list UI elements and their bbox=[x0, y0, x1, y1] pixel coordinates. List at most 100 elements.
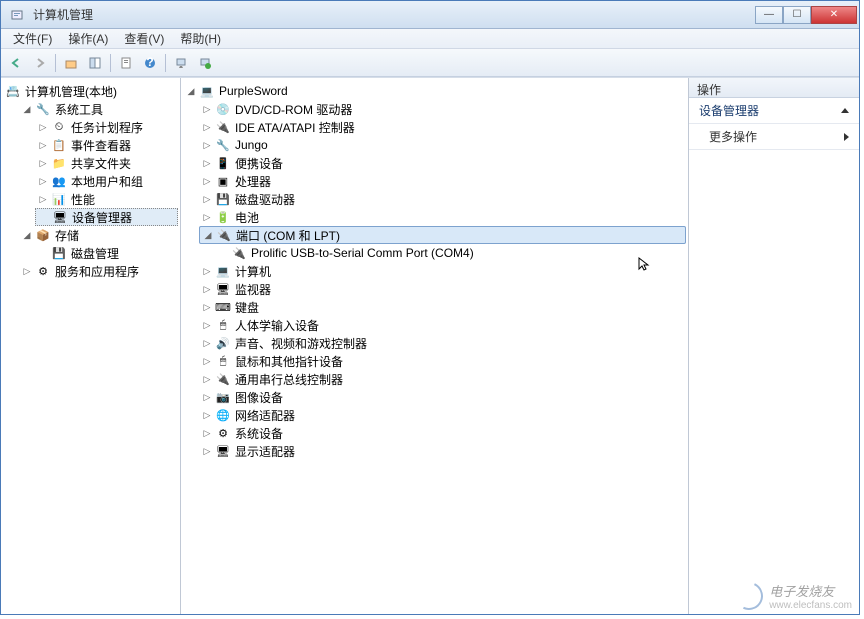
device-portable[interactable]: ▷📱便携设备 bbox=[199, 154, 686, 172]
device-battery[interactable]: ▷🔋电池 bbox=[199, 208, 686, 226]
clock-icon: ⏲ bbox=[51, 119, 67, 135]
port-icon: 🔌 bbox=[216, 227, 232, 243]
expand-icon[interactable]: ▷ bbox=[201, 157, 213, 169]
forward-button[interactable] bbox=[29, 52, 51, 74]
users-icon: 👥 bbox=[51, 173, 67, 189]
tree-system-tools[interactable]: ◢ 🔧 系统工具 bbox=[19, 100, 178, 118]
device-system[interactable]: ▷⚙系统设备 bbox=[199, 424, 686, 442]
diskdrive-icon: 💾 bbox=[215, 191, 231, 207]
expand-icon[interactable]: ▷ bbox=[201, 283, 213, 295]
device-imaging[interactable]: ▷📷图像设备 bbox=[199, 388, 686, 406]
device-hid[interactable]: ▷🖱人体学输入设备 bbox=[199, 316, 686, 334]
expand-icon[interactable]: ▷ bbox=[37, 121, 49, 133]
device-mouse[interactable]: ▷🖱鼠标和其他指针设备 bbox=[199, 352, 686, 370]
tree-device-manager[interactable]: 🖥 设备管理器 bbox=[35, 208, 178, 226]
storage-icon: 📦 bbox=[35, 227, 51, 243]
keyboard-icon: ⌨ bbox=[215, 299, 231, 315]
tree-event-viewer[interactable]: ▷ 📋 事件查看器 bbox=[35, 136, 178, 154]
console-tree[interactable]: 📇 计算机管理(本地) ◢ 🔧 系统工具 ▷ ⏲ 任务计划程序 ▷ bbox=[1, 78, 181, 614]
help-button[interactable]: ? bbox=[139, 52, 161, 74]
hid-icon: 🖱 bbox=[215, 317, 231, 333]
expand-icon[interactable]: ▷ bbox=[201, 301, 213, 313]
tree-storage[interactable]: ◢ 📦 存储 bbox=[19, 226, 178, 244]
separator bbox=[110, 54, 111, 72]
minimize-button[interactable]: — bbox=[755, 6, 783, 24]
imaging-icon: 📷 bbox=[215, 389, 231, 405]
actions-device-manager[interactable]: 设备管理器 bbox=[689, 98, 859, 124]
expand-icon[interactable]: ▷ bbox=[37, 139, 49, 151]
collapse-icon[interactable]: ◢ bbox=[202, 229, 214, 241]
event-icon: 📋 bbox=[51, 137, 67, 153]
device-sound[interactable]: ▷🔊声音、视频和游戏控制器 bbox=[199, 334, 686, 352]
computer-icon: 💻 bbox=[215, 263, 231, 279]
maximize-button[interactable]: ☐ bbox=[783, 6, 811, 24]
expand-icon[interactable]: ▷ bbox=[201, 265, 213, 277]
expand-icon[interactable]: ▷ bbox=[201, 373, 213, 385]
expand-icon[interactable]: ▷ bbox=[201, 193, 213, 205]
expand-icon[interactable]: ▷ bbox=[37, 193, 49, 205]
expand-icon[interactable]: ▷ bbox=[201, 103, 213, 115]
device-ide[interactable]: ▷🔌IDE ATA/ATAPI 控制器 bbox=[199, 118, 686, 136]
device-tree[interactable]: ◢ 💻 PurpleSword ▷💿DVD/CD-ROM 驱动器 ▷🔌IDE A… bbox=[181, 78, 689, 614]
expand-icon[interactable]: ▷ bbox=[201, 445, 213, 457]
expand-icon[interactable]: ▷ bbox=[201, 139, 213, 151]
expand-icon[interactable]: ▷ bbox=[21, 265, 33, 277]
sound-icon: 🔊 bbox=[215, 335, 231, 351]
device-monitors[interactable]: ▷🖥监视器 bbox=[199, 280, 686, 298]
separator bbox=[165, 54, 166, 72]
tree-local-users[interactable]: ▷ 👥 本地用户和组 bbox=[35, 172, 178, 190]
device-diskdrives[interactable]: ▷💾磁盘驱动器 bbox=[199, 190, 686, 208]
device-ports[interactable]: ◢🔌端口 (COM 和 LPT) bbox=[199, 226, 686, 244]
battery-icon: 🔋 bbox=[215, 209, 231, 225]
collapse-icon[interactable]: ◢ bbox=[185, 85, 197, 97]
tree-shared-folders[interactable]: ▷ 📁 共享文件夹 bbox=[35, 154, 178, 172]
device-root[interactable]: ◢ 💻 PurpleSword bbox=[183, 82, 686, 100]
device-network[interactable]: ▷🌐网络适配器 bbox=[199, 406, 686, 424]
expand-icon[interactable]: ▷ bbox=[201, 211, 213, 223]
device-keyboards[interactable]: ▷⌨键盘 bbox=[199, 298, 686, 316]
device-prolific[interactable]: 🔌Prolific USB-to-Serial Comm Port (COM4) bbox=[215, 244, 686, 262]
menu-view[interactable]: 查看(V) bbox=[116, 28, 172, 49]
expand-icon[interactable]: ▷ bbox=[201, 319, 213, 331]
expand-icon[interactable]: ▷ bbox=[201, 121, 213, 133]
menu-action[interactable]: 操作(A) bbox=[60, 28, 116, 49]
expand-icon[interactable]: ▷ bbox=[201, 337, 213, 349]
collapse-icon[interactable]: ◢ bbox=[21, 103, 33, 115]
device-usb[interactable]: ▷🔌通用串行总线控制器 bbox=[199, 370, 686, 388]
expand-icon[interactable]: ▷ bbox=[37, 157, 49, 169]
com-port-icon: 🔌 bbox=[231, 245, 247, 261]
content-area: 📇 计算机管理(本地) ◢ 🔧 系统工具 ▷ ⏲ 任务计划程序 ▷ bbox=[1, 77, 859, 614]
device-dvd[interactable]: ▷💿DVD/CD-ROM 驱动器 bbox=[199, 100, 686, 118]
back-button[interactable] bbox=[5, 52, 27, 74]
tree-disk-mgmt[interactable]: 💾 磁盘管理 bbox=[35, 244, 178, 262]
expand-icon[interactable]: ▷ bbox=[201, 355, 213, 367]
actions-more[interactable]: 更多操作 bbox=[689, 124, 859, 150]
refresh-button[interactable] bbox=[194, 52, 216, 74]
scan-button[interactable] bbox=[170, 52, 192, 74]
tree-task-scheduler[interactable]: ▷ ⏲ 任务计划程序 bbox=[35, 118, 178, 136]
close-button[interactable]: ✕ bbox=[811, 6, 857, 24]
system-icon: ⚙ bbox=[215, 425, 231, 441]
collapse-icon[interactable]: ◢ bbox=[21, 229, 33, 241]
tree-performance[interactable]: ▷ 📊 性能 bbox=[35, 190, 178, 208]
device-jungo[interactable]: ▷🔧Jungo bbox=[199, 136, 686, 154]
cursor-icon bbox=[637, 256, 653, 272]
tree-root[interactable]: 📇 计算机管理(本地) bbox=[3, 82, 178, 100]
main-window: 计算机管理 — ☐ ✕ 文件(F) 操作(A) 查看(V) 帮助(H) ? 📇 … bbox=[0, 0, 860, 615]
menu-help[interactable]: 帮助(H) bbox=[172, 28, 229, 49]
show-hide-button[interactable] bbox=[84, 52, 106, 74]
expand-icon[interactable]: ▷ bbox=[201, 427, 213, 439]
expand-icon[interactable]: ▷ bbox=[201, 391, 213, 403]
menu-file[interactable]: 文件(F) bbox=[5, 28, 60, 49]
expand-icon[interactable]: ▷ bbox=[201, 409, 213, 421]
titlebar[interactable]: 计算机管理 — ☐ ✕ bbox=[1, 1, 859, 29]
device-display[interactable]: ▷🖥显示适配器 bbox=[199, 442, 686, 460]
tree-services[interactable]: ▷ ⚙ 服务和应用程序 bbox=[19, 262, 178, 280]
device-cpu[interactable]: ▷▣处理器 bbox=[199, 172, 686, 190]
device-computers[interactable]: ▷💻计算机 bbox=[199, 262, 686, 280]
perf-icon: 📊 bbox=[51, 191, 67, 207]
expand-icon[interactable]: ▷ bbox=[201, 175, 213, 187]
up-button[interactable] bbox=[60, 52, 82, 74]
properties-button[interactable] bbox=[115, 52, 137, 74]
expand-icon[interactable]: ▷ bbox=[37, 175, 49, 187]
